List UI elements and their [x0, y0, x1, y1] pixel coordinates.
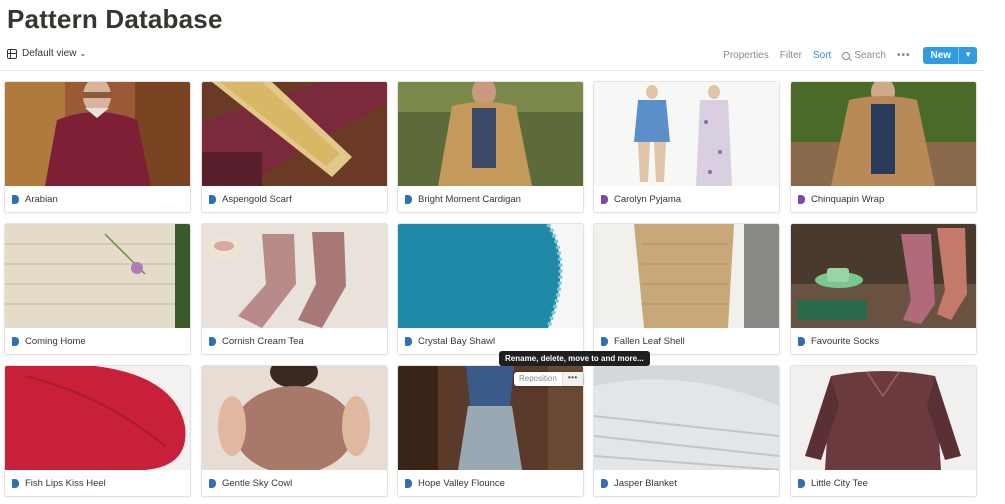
- page-icon: [12, 478, 19, 488]
- card-label: Fish Lips Kiss Heel: [25, 477, 106, 489]
- gallery-card[interactable]: Bright Moment Cardigan: [397, 81, 584, 213]
- search-button[interactable]: Search: [842, 50, 886, 61]
- page-icon: [12, 194, 19, 204]
- gallery-view-icon: [7, 48, 17, 59]
- gallery-card[interactable]: Chinquapin Wrap: [790, 81, 977, 213]
- card-title: Jasper Blanket: [594, 470, 779, 496]
- card-cover-image: [398, 224, 583, 328]
- card-title: Fish Lips Kiss Heel: [5, 470, 190, 496]
- page-icon: [209, 478, 216, 488]
- search-icon: [842, 51, 851, 60]
- gallery-card[interactable]: Coming Home: [4, 223, 191, 355]
- card-label: Bright Moment Cardigan: [418, 193, 521, 205]
- page-icon: [209, 336, 216, 346]
- card-title: Aspengold Scarf: [202, 186, 387, 212]
- card-cover-image: [202, 82, 387, 186]
- card-options-tooltip: Rename, delete, move to and more...: [499, 351, 650, 366]
- card-label: Arabian: [25, 193, 58, 205]
- card-cover-image: [791, 366, 976, 470]
- card-label: Jasper Blanket: [614, 477, 677, 489]
- card-cover-image: [202, 224, 387, 328]
- page-title: Pattern Database: [7, 4, 223, 34]
- card-cover-image: [594, 82, 779, 186]
- reposition-button[interactable]: Reposition: [514, 372, 562, 386]
- new-button[interactable]: New ▼: [922, 47, 977, 64]
- card-label: Favourite Socks: [811, 335, 880, 347]
- gallery-card[interactable]: Favourite Socks: [790, 223, 977, 355]
- card-more-button[interactable]: •••: [561, 372, 583, 386]
- page-icon: [798, 336, 805, 346]
- card-label: Little City Tee: [811, 477, 868, 489]
- card-cover-image: [5, 82, 190, 186]
- card-label: Coming Home: [25, 335, 86, 347]
- card-cover-image: [791, 224, 976, 328]
- more-options-button[interactable]: •••: [897, 50, 911, 61]
- view-label: Default view: [22, 48, 77, 59]
- card-title: Hope Valley Flounce: [398, 470, 583, 496]
- card-hover-controls: Reposition •••: [514, 372, 583, 386]
- chevron-down-icon[interactable]: ▼: [958, 47, 977, 64]
- card-label: Crystal Bay Shawl: [418, 335, 496, 347]
- card-label: Hope Valley Flounce: [418, 477, 505, 489]
- card-cover-image: [398, 82, 583, 186]
- gallery-card[interactable]: Carolyn Pyjama: [593, 81, 780, 213]
- page-icon: [405, 194, 412, 204]
- page-icon: [798, 478, 805, 488]
- card-title: Coming Home: [5, 328, 190, 354]
- card-label: Gentle Sky Cowl: [222, 477, 293, 489]
- card-label: Carolyn Pyjama: [614, 193, 682, 205]
- card-label: Cornish Cream Tea: [222, 335, 304, 347]
- page-icon: [405, 478, 412, 488]
- card-cover-image: [594, 366, 779, 470]
- gallery-card[interactable]: Gentle Sky Cowl: [201, 365, 388, 497]
- gallery-card[interactable]: Arabian: [4, 81, 191, 213]
- gallery-card[interactable]: Crystal Bay Shawl: [397, 223, 584, 355]
- card-label: Aspengold Scarf: [222, 193, 292, 205]
- gallery-card[interactable]: Fish Lips Kiss Heel: [4, 365, 191, 497]
- card-label: Fallen Leaf Shell: [614, 335, 685, 347]
- search-label: Search: [854, 50, 886, 61]
- card-title: Gentle Sky Cowl: [202, 470, 387, 496]
- card-title: Bright Moment Cardigan: [398, 186, 583, 212]
- card-title: Little City Tee: [791, 470, 976, 496]
- card-label: Chinquapin Wrap: [811, 193, 885, 205]
- database-toolbar: Default view ⌄ Properties Filter Sort Se…: [0, 45, 985, 69]
- card-cover-image: [5, 366, 190, 470]
- gallery-card[interactable]: Cornish Cream Tea: [201, 223, 388, 355]
- card-cover-image: [5, 224, 190, 328]
- card-title: Arabian: [5, 186, 190, 212]
- gallery-card[interactable]: Aspengold Scarf: [201, 81, 388, 213]
- toolbar-actions: Properties Filter Sort Search ••• New ▼: [712, 47, 977, 64]
- card-cover-image: [791, 82, 976, 186]
- card-title: Carolyn Pyjama: [594, 186, 779, 212]
- page-icon: [601, 478, 608, 488]
- view-selector[interactable]: Default view ⌄: [7, 48, 86, 59]
- page-icon: [12, 336, 19, 346]
- card-cover-image: [202, 366, 387, 470]
- page-icon: [601, 336, 608, 346]
- toolbar-divider: [0, 70, 985, 71]
- card-title: Favourite Socks: [791, 328, 976, 354]
- page-icon: [798, 194, 805, 204]
- chevron-down-icon: ⌄: [79, 49, 87, 58]
- card-title: Chinquapin Wrap: [791, 186, 976, 212]
- page-icon: [405, 336, 412, 346]
- properties-button[interactable]: Properties: [723, 50, 769, 61]
- card-cover-image: [594, 224, 779, 328]
- gallery-card[interactable]: Little City Tee: [790, 365, 977, 497]
- page-icon: [601, 194, 608, 204]
- sort-button[interactable]: Sort: [813, 50, 831, 61]
- gallery-card[interactable]: Jasper Blanket: [593, 365, 780, 497]
- new-button-label: New: [930, 50, 952, 61]
- page-icon: [209, 194, 216, 204]
- gallery-card[interactable]: Fallen Leaf Shell: [593, 223, 780, 355]
- filter-button[interactable]: Filter: [780, 50, 802, 61]
- card-title: Cornish Cream Tea: [202, 328, 387, 354]
